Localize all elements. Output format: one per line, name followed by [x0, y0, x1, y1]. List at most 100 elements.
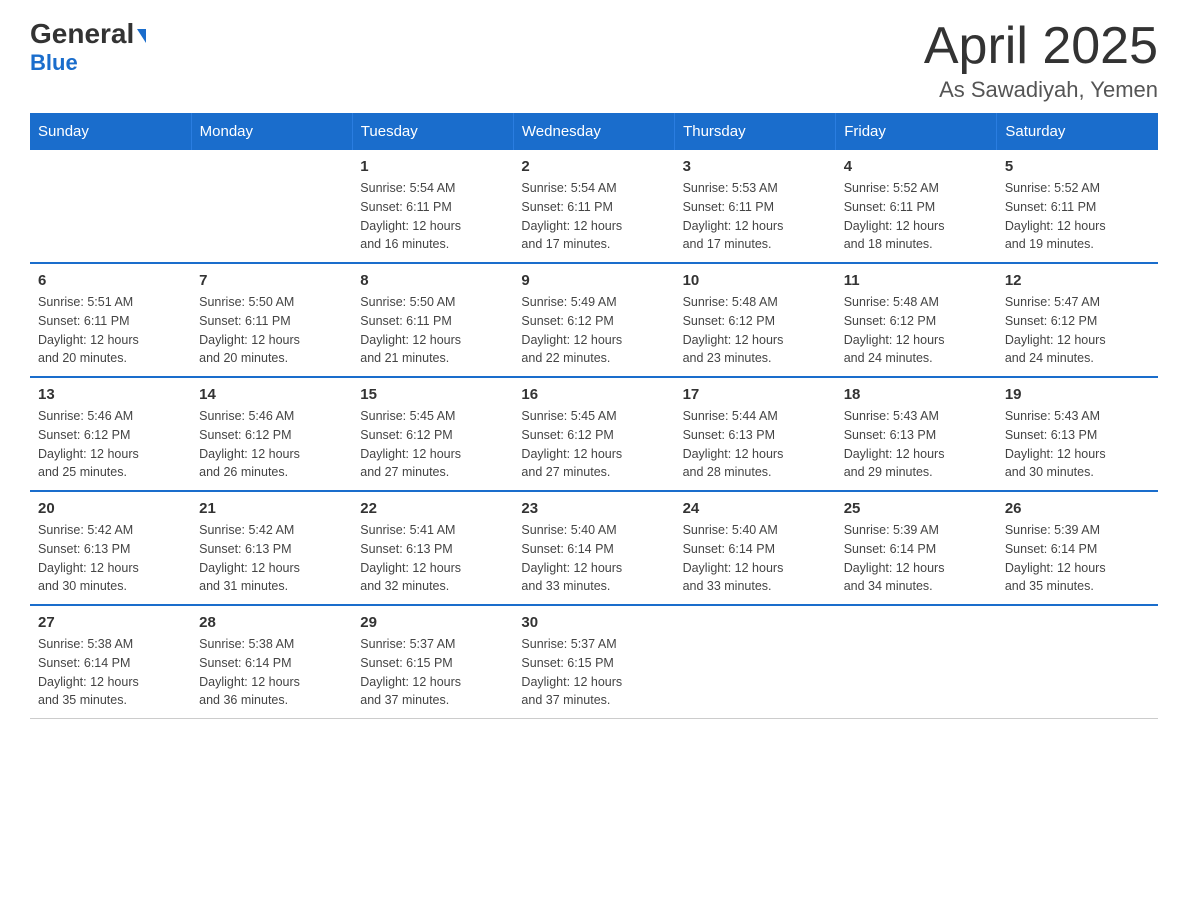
calendar-cell: 9Sunrise: 5:49 AMSunset: 6:12 PMDaylight…	[513, 263, 674, 377]
calendar-cell: 23Sunrise: 5:40 AMSunset: 6:14 PMDayligh…	[513, 491, 674, 605]
day-number: 30	[521, 614, 666, 631]
calendar-cell: 21 Sunrise: 5:42 AMSunset: 6:13 PMDayligh…	[191, 491, 352, 605]
day-number: 16	[521, 386, 666, 403]
calendar-week-row: 6Sunrise: 5:51 AMSunset: 6:11 PMDaylight…	[30, 263, 1158, 377]
calendar-cell	[675, 605, 836, 719]
day-info: Sunrise: 5:39 AMSunset: 6:14 PMDaylight:…	[844, 521, 989, 596]
day-info: Sunrise: 5:38 AMSunset: 6:14 PMDaylight:…	[199, 635, 344, 710]
calendar-cell: 3 Sunrise: 5:53 AMSunset: 6:11 PMDaylight…	[675, 150, 836, 263]
calendar-cell: 5Sunrise: 5:52 AMSunset: 6:11 PMDaylight…	[997, 150, 1158, 263]
day-number: 19	[1005, 386, 1150, 403]
day-number: 10	[683, 272, 828, 289]
calendar-cell: 1 Sunrise: 5:54 AMSunset: 6:11 PMDaylight…	[352, 150, 513, 263]
calendar-cell: 10Sunrise: 5:48 AMSunset: 6:12 PMDayligh…	[675, 263, 836, 377]
day-info: Sunrise: 5:42 AMSunset: 6:13 PMDaylight:…	[38, 521, 183, 596]
day-number: 12	[1005, 272, 1150, 289]
day-info: Sunrise: 5:40 AMSunset: 6:14 PMDaylight:…	[683, 521, 828, 596]
calendar-cell: 20 Sunrise: 5:42 AMSunset: 6:13 PMDayligh…	[30, 491, 191, 605]
day-number: 4	[844, 158, 989, 175]
weekday-header: Sunday	[30, 113, 191, 150]
logo: General Blue	[30, 20, 146, 76]
day-info: Sunrise: 5:39 AMSunset: 6:14 PMDaylight:…	[1005, 521, 1150, 596]
weekday-header: Thursday	[675, 113, 836, 150]
day-number: 1	[360, 158, 505, 175]
weekday-header: Monday	[191, 113, 352, 150]
day-number: 9	[521, 272, 666, 289]
weekday-header: Wednesday	[513, 113, 674, 150]
day-number: 24	[683, 500, 828, 517]
calendar-cell	[191, 150, 352, 263]
day-info: Sunrise: 5:53 AMSunset: 6:11 PMDaylight:…	[683, 179, 828, 254]
day-info: Sunrise: 5:42 AMSunset: 6:13 PMDaylight:…	[199, 521, 344, 596]
calendar-cell: 15 Sunrise: 5:45 AMSunset: 6:12 PMDayligh…	[352, 377, 513, 491]
calendar-cell: 14 Sunrise: 5:46 AMSunset: 6:12 PMDayligh…	[191, 377, 352, 491]
calendar-cell: 8 Sunrise: 5:50 AMSunset: 6:11 PMDaylight…	[352, 263, 513, 377]
calendar-cell: 22Sunrise: 5:41 AMSunset: 6:13 PMDayligh…	[352, 491, 513, 605]
day-info: Sunrise: 5:54 AMSunset: 6:11 PMDaylight:…	[521, 179, 666, 254]
calendar-cell	[997, 605, 1158, 719]
day-number: 18	[844, 386, 989, 403]
calendar-cell: 19Sunrise: 5:43 AMSunset: 6:13 PMDayligh…	[997, 377, 1158, 491]
day-number: 23	[521, 500, 666, 517]
day-number: 11	[844, 272, 989, 289]
day-info: Sunrise: 5:38 AMSunset: 6:14 PMDaylight:…	[38, 635, 183, 710]
calendar-cell: 12Sunrise: 5:47 AMSunset: 6:12 PMDayligh…	[997, 263, 1158, 377]
weekday-header: Friday	[836, 113, 997, 150]
day-number: 8	[360, 272, 505, 289]
day-number: 29	[360, 614, 505, 631]
day-info: Sunrise: 5:43 AMSunset: 6:13 PMDaylight:…	[844, 407, 989, 482]
day-info: Sunrise: 5:44 AMSunset: 6:13 PMDaylight:…	[683, 407, 828, 482]
day-number: 21	[199, 500, 344, 517]
day-number: 2	[521, 158, 666, 175]
day-number: 15	[360, 386, 505, 403]
logo-text: General	[30, 20, 146, 48]
calendar-cell: 27 Sunrise: 5:38 AMSunset: 6:14 PMDayligh…	[30, 605, 191, 719]
calendar-cell: 28 Sunrise: 5:38 AMSunset: 6:14 PMDayligh…	[191, 605, 352, 719]
day-info: Sunrise: 5:50 AMSunset: 6:11 PMDaylight:…	[199, 293, 344, 368]
calendar-cell: 2 Sunrise: 5:54 AMSunset: 6:11 PMDaylight…	[513, 150, 674, 263]
calendar-cell: 30 Sunrise: 5:37 AMSunset: 6:15 PMDayligh…	[513, 605, 674, 719]
day-info: Sunrise: 5:45 AMSunset: 6:12 PMDaylight:…	[521, 407, 666, 482]
day-info: Sunrise: 5:48 AMSunset: 6:12 PMDaylight:…	[844, 293, 989, 368]
day-number: 5	[1005, 158, 1150, 175]
day-number: 22	[360, 500, 505, 517]
calendar-title: April 2025	[924, 20, 1158, 72]
weekday-header-row: SundayMondayTuesdayWednesdayThursdayFrid…	[30, 113, 1158, 150]
day-number: 6	[38, 272, 183, 289]
calendar-cell	[30, 150, 191, 263]
calendar-cell: 7Sunrise: 5:50 AMSunset: 6:11 PMDaylight…	[191, 263, 352, 377]
calendar-cell: 11 Sunrise: 5:48 AMSunset: 6:12 PMDayligh…	[836, 263, 997, 377]
calendar-subtitle: As Sawadiyah, Yemen	[924, 77, 1158, 103]
day-info: Sunrise: 5:37 AMSunset: 6:15 PMDaylight:…	[521, 635, 666, 710]
day-info: Sunrise: 5:54 AMSunset: 6:11 PMDaylight:…	[360, 179, 505, 254]
calendar-table: SundayMondayTuesdayWednesdayThursdayFrid…	[30, 113, 1158, 719]
calendar-cell: 16 Sunrise: 5:45 AMSunset: 6:12 PMDayligh…	[513, 377, 674, 491]
calendar-cell: 13Sunrise: 5:46 AMSunset: 6:12 PMDayligh…	[30, 377, 191, 491]
day-info: Sunrise: 5:50 AMSunset: 6:11 PMDaylight:…	[360, 293, 505, 368]
calendar-week-row: 27 Sunrise: 5:38 AMSunset: 6:14 PMDayligh…	[30, 605, 1158, 719]
weekday-header: Saturday	[997, 113, 1158, 150]
day-info: Sunrise: 5:45 AMSunset: 6:12 PMDaylight:…	[360, 407, 505, 482]
calendar-week-row: 1 Sunrise: 5:54 AMSunset: 6:11 PMDaylight…	[30, 150, 1158, 263]
calendar-cell: 6Sunrise: 5:51 AMSunset: 6:11 PMDaylight…	[30, 263, 191, 377]
day-info: Sunrise: 5:46 AMSunset: 6:12 PMDaylight:…	[38, 407, 183, 482]
calendar-cell: 17 Sunrise: 5:44 AMSunset: 6:13 PMDayligh…	[675, 377, 836, 491]
calendar-week-row: 20 Sunrise: 5:42 AMSunset: 6:13 PMDayligh…	[30, 491, 1158, 605]
day-info: Sunrise: 5:46 AMSunset: 6:12 PMDaylight:…	[199, 407, 344, 482]
day-number: 27	[38, 614, 183, 631]
calendar-cell: 29Sunrise: 5:37 AMSunset: 6:15 PMDayligh…	[352, 605, 513, 719]
day-number: 17	[683, 386, 828, 403]
calendar-week-row: 13Sunrise: 5:46 AMSunset: 6:12 PMDayligh…	[30, 377, 1158, 491]
day-number: 28	[199, 614, 344, 631]
day-number: 26	[1005, 500, 1150, 517]
day-number: 20	[38, 500, 183, 517]
day-number: 14	[199, 386, 344, 403]
day-info: Sunrise: 5:52 AMSunset: 6:11 PMDaylight:…	[844, 179, 989, 254]
calendar-cell: 4 Sunrise: 5:52 AMSunset: 6:11 PMDaylight…	[836, 150, 997, 263]
day-number: 25	[844, 500, 989, 517]
calendar-cell: 26 Sunrise: 5:39 AMSunset: 6:14 PMDayligh…	[997, 491, 1158, 605]
calendar-cell: 24 Sunrise: 5:40 AMSunset: 6:14 PMDayligh…	[675, 491, 836, 605]
day-number: 3	[683, 158, 828, 175]
calendar-cell	[836, 605, 997, 719]
calendar-cell: 18 Sunrise: 5:43 AMSunset: 6:13 PMDayligh…	[836, 377, 997, 491]
